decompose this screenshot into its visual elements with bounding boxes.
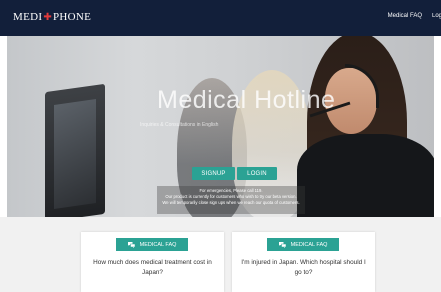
- faq-question[interactable]: I'm injured in Japan. Which hospital sho…: [238, 258, 369, 278]
- hero-photo-operator-body: [297, 134, 434, 217]
- hero-photo-monitor-screen: [54, 99, 96, 209]
- chat-bubble-icon: [127, 241, 135, 248]
- nav-link-medical-faq[interactable]: Medical FAQ: [388, 13, 422, 19]
- hero-title: Medical Hotline: [157, 86, 336, 114]
- login-button[interactable]: LOGIN: [237, 167, 277, 180]
- medical-faq-button[interactable]: MEDICAL FAQ: [116, 238, 188, 251]
- medical-faq-button-label: MEDICAL FAQ: [290, 241, 328, 248]
- signup-button[interactable]: SIGNUP: [192, 167, 235, 180]
- top-navbar: MEDI ✚ PHONE Medical FAQ Login: [0, 0, 441, 36]
- logo-text-phone: PHONE: [53, 11, 92, 23]
- chat-bubble-icon: [278, 241, 286, 248]
- nav-links: Medical FAQ Login: [388, 13, 441, 19]
- medical-cross-icon: ✚: [43, 11, 52, 23]
- faq-question[interactable]: How much does medical treatment cost in …: [87, 258, 218, 278]
- faq-card[interactable]: MEDICAL FAQ How much does medical treatm…: [81, 232, 224, 292]
- medical-faq-button[interactable]: MEDICAL FAQ: [267, 238, 339, 251]
- hero-subtitle: Inquiries & Consultations in English: [140, 122, 219, 128]
- faq-card[interactable]: MEDICAL FAQ I'm injured in Japan. Which …: [232, 232, 375, 292]
- site-logo[interactable]: MEDI ✚ PHONE: [13, 11, 91, 23]
- notice-line-quota: We will temporarily close sign ups when …: [162, 200, 300, 205]
- nav-link-login[interactable]: Login: [432, 13, 441, 19]
- medical-faq-button-label: MEDICAL FAQ: [139, 241, 177, 248]
- logo-text-medi: MEDI: [13, 11, 43, 23]
- hero-notice: For emergencies, Please call 119. Our pr…: [157, 186, 305, 214]
- hero-banner: Medical Hotline Inquiries & Consultation…: [7, 36, 434, 217]
- page: MEDI ✚ PHONE Medical FAQ Login Medical H…: [0, 0, 441, 292]
